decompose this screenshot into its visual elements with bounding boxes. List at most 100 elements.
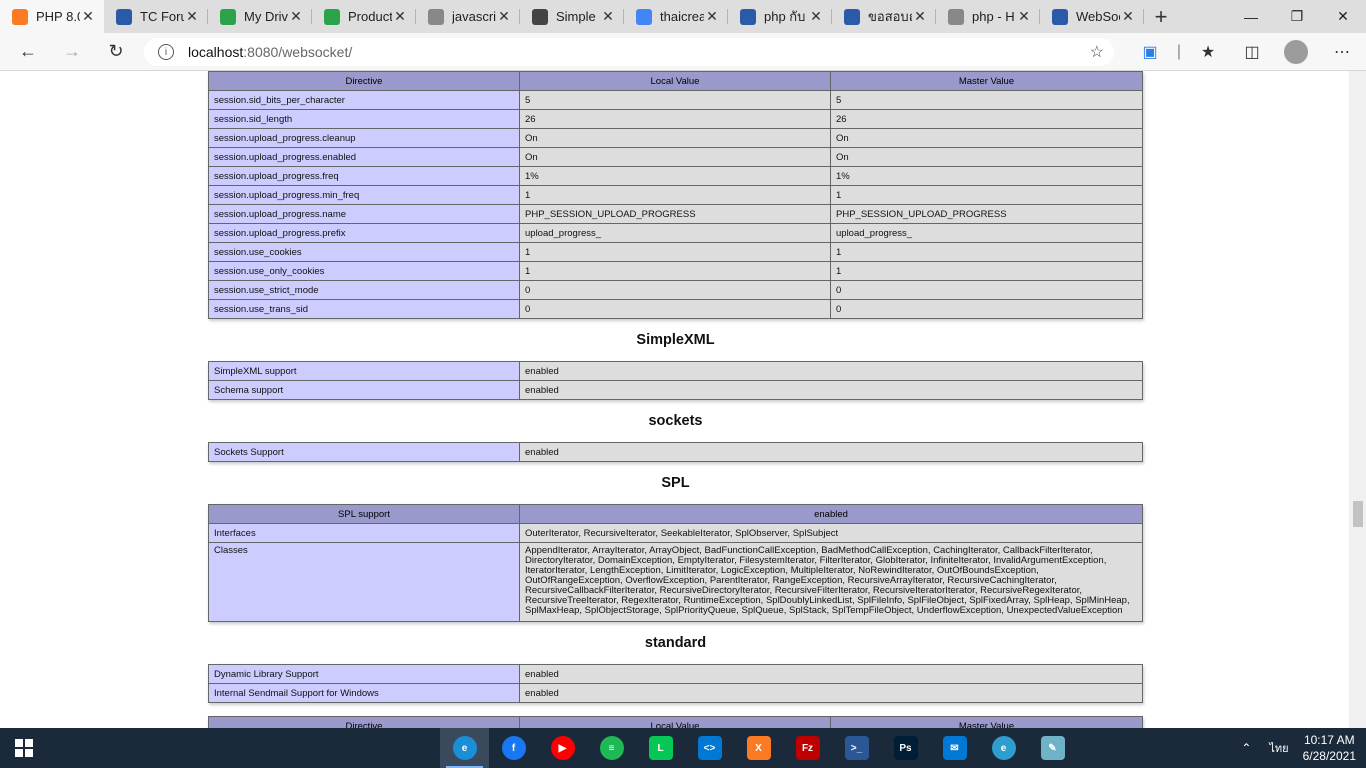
collections-icon[interactable]: ◫ [1230,42,1274,62]
window-controls: — ❐ ✕ [1228,0,1366,33]
close-tab-icon[interactable]: ✕ [912,8,928,25]
close-tab-icon[interactable]: ✕ [392,8,408,25]
tab-title: Simple [556,9,596,24]
browser-tab-9[interactable]: php - H ✕ [936,0,1040,33]
show-hidden-icons-icon[interactable]: ⌃ [1241,741,1251,755]
restore-button[interactable]: ❐ [1274,0,1320,33]
extension-icon[interactable]: ▣ [1128,42,1172,62]
scrollbar-thumb[interactable] [1353,501,1363,527]
photoshop-icon: Ps [893,736,918,760]
avatar [1284,40,1308,64]
close-tab-icon[interactable]: ✕ [808,8,824,25]
master-value: On [830,128,1143,148]
minimize-button[interactable]: — [1228,0,1274,33]
master-value: 26 [830,109,1143,129]
directive-name: session.upload_progress.name [208,204,520,224]
taskbar-clock[interactable]: 10:17 AM 6/28/2021 [1303,732,1356,764]
taskbar-app-mail[interactable]: ✉ [930,728,979,768]
taskbar-app-xampp[interactable]: X [734,728,783,768]
clock-time: 10:17 AM [1303,733,1355,747]
feature-name: Internal Sendmail Support for Windows [208,683,520,703]
taskbar-app-facebook[interactable]: f [489,728,538,768]
taskbar-app-edge-dev[interactable]: e [979,728,1028,768]
info-icon[interactable]: i [158,44,174,60]
close-window-button[interactable]: ✕ [1320,0,1366,33]
feature-value: enabled [519,683,1143,703]
browser-tab-5[interactable]: Simple ✕ [520,0,624,33]
address-bar[interactable]: i localhost:8080/websocket/ ☆ [144,38,1114,66]
table-header-row: SPL support enabled [208,504,1143,524]
taskbar-app-line[interactable]: L [636,728,685,768]
master-value: 0 [830,299,1143,319]
table-header-row: Directive Local Value Master Value [208,716,1143,728]
master-value: On [830,147,1143,167]
back-button[interactable]: ← [6,41,50,62]
feature-value: enabled [519,442,1143,462]
close-tab-icon[interactable]: ✕ [496,8,512,25]
start-button[interactable] [0,739,48,757]
page-viewport: Directive Local Value Master Value sessi… [0,71,1366,728]
table-row: session.upload_progress.name PHP_SESSION_… [208,204,1143,224]
browser-tab-1[interactable]: TC Forum✕ [104,0,208,33]
reload-button[interactable]: ↻ [94,41,138,62]
favorites-icon[interactable]: ★ [1186,42,1230,62]
browser-tab-0[interactable]: PHP 8.0.3 - phpinfo()✕ [0,0,104,33]
close-tab-icon[interactable]: ✕ [184,8,200,25]
windows-taskbar: e f ▶ ≡ L <> X Fz >_ Ps ✉ e ✎ ⌃ ไทย 10:17 AM 6/28/20… [0,728,1366,768]
feature-name: SimpleXML support [208,361,520,381]
xampp-icon: X [746,736,771,760]
new-tab-button[interactable]: + [1144,0,1178,33]
taskbar-app-filezilla[interactable]: Fz [783,728,832,768]
close-tab-icon[interactable]: ✕ [288,8,304,25]
master-value: 1 [830,261,1143,281]
spl-classes-value: AppendIterator, ArrayIterator, ArrayObje… [519,542,1143,622]
directive-name: session.upload_progress.freq [208,166,520,186]
local-value: 1 [519,261,831,281]
standard-directives-table: Directive Local Value Master Value [208,716,1143,728]
browser-tab-2[interactable]: My Drive✕ [208,0,312,33]
add-favorite-icon[interactable]: ☆ [1090,42,1104,62]
tab-title: php - H [972,9,1015,24]
browser-tab-10[interactable]: WebSocket✕ [1040,0,1144,33]
browser-tab-6[interactable]: thaicreate✕ [624,0,728,33]
page-scrollbar[interactable] [1349,71,1366,728]
google-favicon-icon [636,8,652,25]
master-value: 5 [830,90,1143,110]
taskbar-app-powershell[interactable]: >_ [832,728,881,768]
table-row: Internal Sendmail Support for Windows ena… [208,683,1143,703]
close-tab-icon[interactable]: ✕ [600,8,616,25]
taskbar-app-photoshop[interactable]: Ps [881,728,930,768]
close-tab-icon[interactable]: ✕ [1120,8,1136,25]
input-language-indicator[interactable]: ไทย [1269,739,1288,757]
vscode-icon: <> [697,736,722,760]
table-row: session.sid_bits_per_character 5 5 [208,90,1143,110]
taskbar-app-youtube[interactable]: ▶ [538,728,587,768]
profile-button[interactable] [1274,40,1318,64]
standard-table: Dynamic Library Support enabled Internal S… [208,664,1143,703]
stack-favicon-icon [948,8,964,25]
settings-menu-icon[interactable]: ⋯ [1318,42,1366,62]
close-tab-icon[interactable]: ✕ [80,8,96,25]
taskbar-app-edge[interactable]: e [440,728,489,768]
browser-tab-4[interactable]: javascript✕ [416,0,520,33]
browser-tab-8[interactable]: ขอสอบถาม✕ [832,0,936,33]
taskbar-app-notepad[interactable]: ✎ [1028,728,1077,768]
table-row: Dynamic Library Support enabled [208,664,1143,684]
browser-tab-3[interactable]: Products✕ [312,0,416,33]
taskbar-pinned-apps: e f ▶ ≡ L <> X Fz >_ Ps ✉ e ✎ [440,728,1077,768]
close-tab-icon[interactable]: ✕ [704,8,720,25]
header-master-value: Master Value [830,71,1143,91]
local-value: 1 [519,242,831,262]
taskbar-app-spotify[interactable]: ≡ [587,728,636,768]
taskbar-app-vscode[interactable]: <> [685,728,734,768]
directive-name: session.sid_length [208,109,520,129]
url-host: localhost [188,44,244,60]
tab-title: Products [348,9,392,24]
browser-tab-7[interactable]: php กับ ✕ [728,0,832,33]
spl-table: SPL support enabled Interfaces OuterIter… [208,504,1143,622]
p-favicon-icon [532,8,548,25]
section-title-simplexml: SimpleXML [636,332,715,348]
close-tab-icon[interactable]: ✕ [1016,8,1032,25]
toolbar-divider: | [1176,43,1182,60]
forward-button[interactable]: → [50,41,94,62]
